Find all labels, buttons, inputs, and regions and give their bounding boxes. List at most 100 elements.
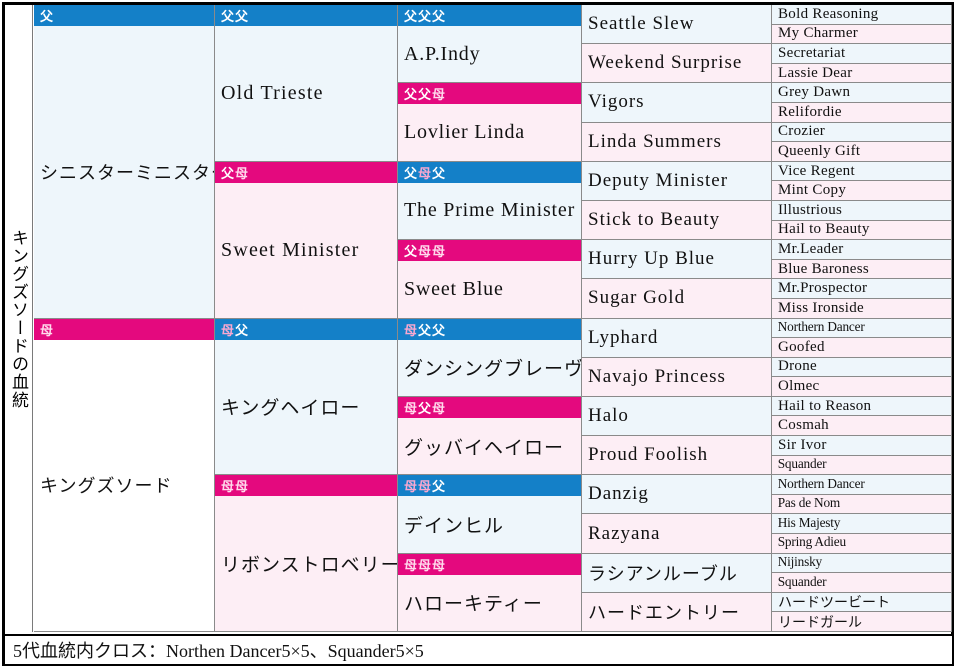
horse-name: Crozier: [778, 123, 826, 140]
pedigree-cell-g5-12: Mr.Leader: [772, 240, 952, 260]
pedigree-cell-g5-10: Illustrious: [772, 200, 952, 221]
horse-name: Cosmah: [778, 417, 829, 434]
relation-label-g3-0: 父父父: [398, 5, 582, 26]
relation-label-g2-3: 母母: [215, 475, 398, 497]
horse-name: Miss Ironside: [778, 299, 864, 316]
pedigree-cell-g5-21: Cosmah: [772, 416, 952, 437]
horse-name: Lyphard: [588, 326, 659, 348]
relation-label-g1-1: 母: [34, 318, 215, 340]
pedigree-cell-g3-5: グッバイヘイロー: [398, 417, 582, 476]
relation-label-g1-0: 父: [34, 5, 215, 26]
pedigree-cell-g5-0: Bold Reasoning: [772, 5, 952, 25]
horse-name: リボンストロベリー: [221, 554, 398, 577]
vertical-title: キングズソードの血統: [5, 5, 33, 632]
horse-name: Proud Foolish: [588, 444, 709, 466]
horse-name: Mr.Leader: [778, 240, 844, 257]
pedigree-cell-g4-8: Lyphard: [582, 318, 772, 358]
horse-name: Spring Adieu: [777, 535, 846, 551]
pedigree-cell-g4-3: Linda Summers: [582, 122, 772, 162]
horse-name: Sugar Gold: [588, 287, 686, 309]
relation-label-g3-7: 母母母: [398, 553, 582, 575]
pedigree-cell-g5-28: Nijinsky: [772, 553, 952, 574]
pedigree-cell-g3-2: The Prime Minister: [398, 182, 582, 241]
relation-label-g3-4: 母父父: [398, 318, 582, 340]
pedigree-cell-g5-24: Northern Dancer: [772, 475, 952, 495]
horse-name: Northern Dancer: [777, 476, 865, 492]
relation-label-g2-2: 母父: [215, 318, 398, 340]
pedigree-cell-g4-4: Deputy Minister: [582, 161, 772, 201]
horse-name: Halo: [588, 404, 629, 426]
horse-name: Queenly Gift: [778, 142, 861, 159]
pedigree-cell-g4-11: Proud Foolish: [582, 436, 772, 476]
horse-name: Deputy Minister: [588, 169, 729, 191]
relation-label-g3-3: 父母母: [398, 240, 582, 262]
pedigree-cell-g2-3: リボンストロベリー: [215, 496, 398, 632]
horse-name: Drone: [778, 358, 817, 375]
relation-label-g3-1: 父父母: [398, 83, 582, 105]
pedigree-cell-g5-3: Lassie Dear: [772, 63, 952, 84]
horse-name: Hurry Up Blue: [588, 248, 715, 270]
pedigree-chart: キングズソードの血統 父シニスターミニスター母キングズソード 父父 Old Trie…: [0, 0, 960, 668]
horse-name: シニスターミニスター: [40, 162, 215, 184]
pedigree-cell-g4-0: Seattle Slew: [582, 5, 772, 45]
pedigree-cell-g4-6: Hurry Up Blue: [582, 240, 772, 280]
pedigree-cell-g4-12: Danzig: [582, 475, 772, 515]
horse-name: キングヘイロー: [221, 397, 361, 420]
horse-name: Grey Dawn: [778, 84, 851, 101]
pedigree-cell-g5-6: Crozier: [772, 122, 952, 143]
horse-name: Old Trieste: [221, 81, 324, 104]
pedigree-cell-g5-17: Goofed: [772, 338, 952, 358]
horse-name: His Majesty: [777, 515, 841, 531]
pedigree-cell-g5-19: Olmec: [772, 377, 952, 397]
horse-name: Hail to Reason: [778, 397, 872, 414]
pedigree-cell-g5-4: Grey Dawn: [772, 83, 952, 103]
pedigree-cell-g5-31: リードガール: [772, 612, 952, 632]
pedigree-cell-g5-2: Secretariat: [772, 44, 952, 64]
pedigree-cell-g4-14: ラシアンルーブル: [582, 553, 772, 593]
pedigree-cell-g2-0: Old Trieste: [215, 26, 398, 162]
horse-name: ハローキティー: [404, 593, 543, 616]
pedigree-cell-g5-27: Spring Adieu: [772, 534, 952, 554]
relation-label-g2-0: 父父: [215, 5, 398, 26]
horse-name: Bold Reasoning: [778, 5, 879, 22]
pedigree-cell-g5-14: Mr.Prospector: [772, 279, 952, 299]
horse-name: Blue Baroness: [778, 260, 869, 277]
relation-label-g3-6: 母母父: [398, 475, 582, 497]
horse-name: Olmec: [778, 378, 820, 395]
inbreeding-note: 5代血統内クロス：Northen Dancer5×5、Squander5×5: [5, 634, 952, 664]
horse-name: Nijinsky: [777, 554, 823, 570]
pedigree-cell-g3-7: ハローキティー: [398, 574, 582, 632]
horse-name: Sweet Blue: [404, 277, 504, 300]
pedigree-cell-g5-23: Squander: [772, 455, 952, 476]
pedigree-cell-g5-16: Northern Dancer: [772, 318, 952, 339]
horse-name: Weekend Surprise: [588, 52, 743, 74]
horse-name: The Prime Minister: [404, 199, 576, 222]
pedigree-cell-g5-25: Pas de Nom: [772, 494, 952, 515]
pedigree-cell-g3-0: A.P.Indy: [398, 26, 582, 84]
horse-name: Relifordie: [778, 103, 842, 120]
horse-name: Illustrious: [778, 201, 843, 218]
horse-name: Squander: [777, 574, 827, 590]
relation-label-g3-5: 母父母: [398, 396, 582, 418]
pedigree-cell-g3-4: ダンシングブレーヴ: [398, 339, 582, 397]
horse-name: ハードエントリー: [588, 602, 740, 624]
horse-name: Hail to Beauty: [778, 221, 870, 238]
horse-name: グッバイヘイロー: [404, 436, 565, 459]
inbreeding-note-text: 5代血統内クロス：Northen Dancer5×5、Squander5×5: [13, 641, 424, 661]
pedigree-cell-g5-11: Hail to Beauty: [772, 220, 952, 241]
horse-name: ラシアンルーブル: [588, 563, 738, 585]
horse-name: Navajo Princess: [588, 365, 726, 387]
pedigree-cell-g4-7: Sugar Gold: [582, 279, 772, 319]
horse-name: Lovlier Linda: [404, 121, 525, 144]
pedigree-cell-g1-1: キングズソード: [34, 339, 215, 632]
pedigree-cell-g5-15: Miss Ironside: [772, 298, 952, 319]
pedigree-cell-g5-30: ハードツービート: [772, 592, 952, 613]
pedigree-cell-g5-5: Relifordie: [772, 102, 952, 123]
horse-name: Danzig: [588, 483, 649, 505]
horse-name: Mint Copy: [778, 182, 847, 199]
pedigree-cell-g5-8: Vice Regent: [772, 161, 952, 182]
horse-name: My Charmer: [778, 25, 859, 42]
horse-name: デインヒル: [404, 514, 505, 537]
horse-name: Lassie Dear: [778, 64, 853, 81]
pedigree-cell-g4-15: ハードエントリー: [582, 592, 772, 632]
